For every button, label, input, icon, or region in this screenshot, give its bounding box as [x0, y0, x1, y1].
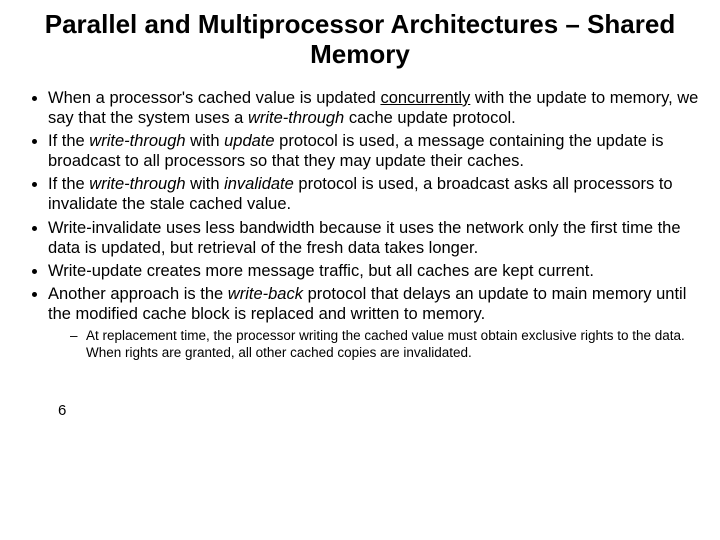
bullet-3: If the write-through with invalidate pro…: [48, 174, 702, 214]
slide-title: Parallel and Multiprocessor Architecture…: [18, 10, 702, 70]
bullet-list: When a processor's cached value is updat…: [18, 88, 702, 362]
slide: Parallel and Multiprocessor Architecture…: [0, 0, 720, 419]
bullet-5: Write-update creates more message traffi…: [48, 261, 702, 281]
page-number: 6: [58, 402, 702, 419]
bullet-2: If the write-through with update protoco…: [48, 131, 702, 171]
sub-bullet-1: At replacement time, the processor writi…: [70, 328, 702, 362]
bullet-6: Another approach is the write-back proto…: [48, 284, 702, 362]
bullet-4: Write-invalidate uses less bandwidth bec…: [48, 218, 702, 258]
italic-write-through: write-through: [248, 109, 344, 127]
underline-concurrently: concurrently: [380, 89, 470, 107]
bullet-1: When a processor's cached value is updat…: [48, 88, 702, 128]
italic-write-back: write-back: [228, 285, 303, 303]
sub-bullet-list: At replacement time, the processor writi…: [48, 328, 702, 362]
